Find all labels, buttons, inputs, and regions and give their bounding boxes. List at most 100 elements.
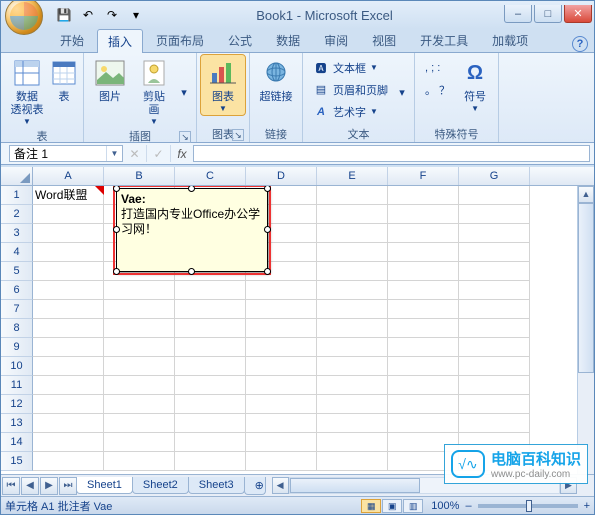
cell[interactable]	[104, 395, 175, 414]
cell[interactable]	[175, 376, 246, 395]
cell[interactable]	[317, 186, 388, 205]
cell[interactable]	[388, 433, 459, 452]
cell[interactable]	[33, 433, 104, 452]
tab-page-layout[interactable]: 页面布局	[145, 28, 215, 52]
textbox-button[interactable]: 🅰文本框 ▼	[309, 57, 392, 78]
minimize-button[interactable]: –	[504, 5, 532, 23]
cell[interactable]	[104, 338, 175, 357]
cell[interactable]	[388, 243, 459, 262]
column-header[interactable]: A	[33, 167, 104, 185]
sheet-tab[interactable]: Sheet2	[132, 477, 189, 494]
cell[interactable]	[33, 395, 104, 414]
column-header[interactable]: D	[246, 167, 317, 185]
tab-formulas[interactable]: 公式	[217, 28, 263, 52]
row-header[interactable]: 12	[1, 395, 33, 414]
select-all-button[interactable]	[1, 167, 33, 185]
cell[interactable]	[246, 376, 317, 395]
cell[interactable]	[388, 452, 459, 471]
row-header[interactable]: 4	[1, 243, 33, 262]
name-box[interactable]: 备注 1 ▼	[9, 145, 123, 162]
scroll-up-icon[interactable]: ▲	[578, 186, 594, 203]
name-box-dropdown-icon[interactable]: ▼	[106, 146, 122, 161]
scroll-right-icon[interactable]: ▶	[560, 477, 577, 494]
cell[interactable]	[317, 243, 388, 262]
vertical-scrollbar[interactable]: ▲	[577, 186, 594, 474]
cell[interactable]	[317, 452, 388, 471]
cell[interactable]	[175, 452, 246, 471]
cell[interactable]	[33, 338, 104, 357]
cell[interactable]	[459, 224, 530, 243]
dialog-launcher-icon[interactable]: ↘	[232, 129, 244, 141]
cell[interactable]	[175, 357, 246, 376]
zoom-in-button[interactable]: +	[584, 500, 590, 512]
tab-home[interactable]: 开始	[49, 28, 95, 52]
cell[interactable]	[459, 243, 530, 262]
row-header[interactable]: 9	[1, 338, 33, 357]
cell[interactable]: Word联盟	[33, 186, 104, 205]
row-header[interactable]: 11	[1, 376, 33, 395]
row-header[interactable]: 2	[1, 205, 33, 224]
cell[interactable]	[388, 319, 459, 338]
cell[interactable]	[388, 376, 459, 395]
cell[interactable]	[317, 319, 388, 338]
formula-input[interactable]	[193, 145, 590, 162]
scroll-thumb[interactable]	[578, 203, 594, 373]
wordart-button[interactable]: A艺术字 ▼	[309, 101, 392, 122]
cell[interactable]	[388, 205, 459, 224]
cell[interactable]	[33, 414, 104, 433]
cell[interactable]	[104, 300, 175, 319]
cell[interactable]	[317, 205, 388, 224]
cell-comment[interactable]: Vae: 打造国内专业Office办公学习网！	[116, 188, 268, 272]
page-break-view-icon[interactable]: ▥	[403, 499, 423, 513]
punctuation-row1[interactable]: , ; :	[421, 57, 454, 78]
new-sheet-button[interactable]: ⊕	[244, 477, 266, 495]
cell[interactable]	[459, 376, 530, 395]
row-header[interactable]: 10	[1, 357, 33, 376]
chart-button[interactable]: 图表 ▼	[201, 55, 245, 115]
column-header[interactable]: F	[388, 167, 459, 185]
tab-developer[interactable]: 开发工具	[409, 28, 479, 52]
cell[interactable]	[104, 319, 175, 338]
cell[interactable]	[459, 452, 530, 471]
tab-review[interactable]: 审阅	[313, 28, 359, 52]
row-header[interactable]: 8	[1, 319, 33, 338]
cell[interactable]	[388, 338, 459, 357]
picture-button[interactable]: 图片	[88, 55, 132, 106]
zoom-value[interactable]: 100%	[431, 500, 459, 512]
cell[interactable]	[175, 395, 246, 414]
cell[interactable]	[317, 224, 388, 243]
cell[interactable]	[459, 395, 530, 414]
cell[interactable]	[388, 262, 459, 281]
cell[interactable]	[317, 414, 388, 433]
close-button[interactable]: ✕	[564, 5, 592, 23]
cell[interactable]	[317, 300, 388, 319]
text-more-button[interactable]: ▾	[394, 55, 410, 102]
cell[interactable]	[459, 357, 530, 376]
cell[interactable]	[459, 319, 530, 338]
sheet-nav-next-icon[interactable]: ▶	[40, 477, 58, 495]
cell[interactable]	[459, 205, 530, 224]
row-header[interactable]: 7	[1, 300, 33, 319]
row-header[interactable]: 13	[1, 414, 33, 433]
row-header[interactable]: 5	[1, 262, 33, 281]
cell[interactable]	[33, 243, 104, 262]
cell[interactable]	[388, 186, 459, 205]
sheet-nav-first-icon[interactable]: ⏮	[2, 477, 20, 495]
normal-view-icon[interactable]: ▦	[361, 499, 381, 513]
cell[interactable]	[388, 395, 459, 414]
cell[interactable]	[317, 376, 388, 395]
row-header[interactable]: 3	[1, 224, 33, 243]
punctuation-row2[interactable]: 。 ？	[421, 79, 454, 100]
tab-view[interactable]: 视图	[361, 28, 407, 52]
cell[interactable]	[175, 414, 246, 433]
row-header[interactable]: 15	[1, 452, 33, 471]
cell[interactable]	[317, 281, 388, 300]
illustrations-more-button[interactable]: ▾	[176, 55, 192, 102]
hyperlink-button[interactable]: 超链接	[254, 55, 298, 106]
fx-icon[interactable]: fx	[171, 147, 193, 161]
cell[interactable]	[459, 281, 530, 300]
header-footer-button[interactable]: ▤页眉和页脚	[309, 79, 392, 100]
cell[interactable]	[246, 338, 317, 357]
scroll-thumb[interactable]	[290, 478, 420, 493]
column-header[interactable]: E	[317, 167, 388, 185]
